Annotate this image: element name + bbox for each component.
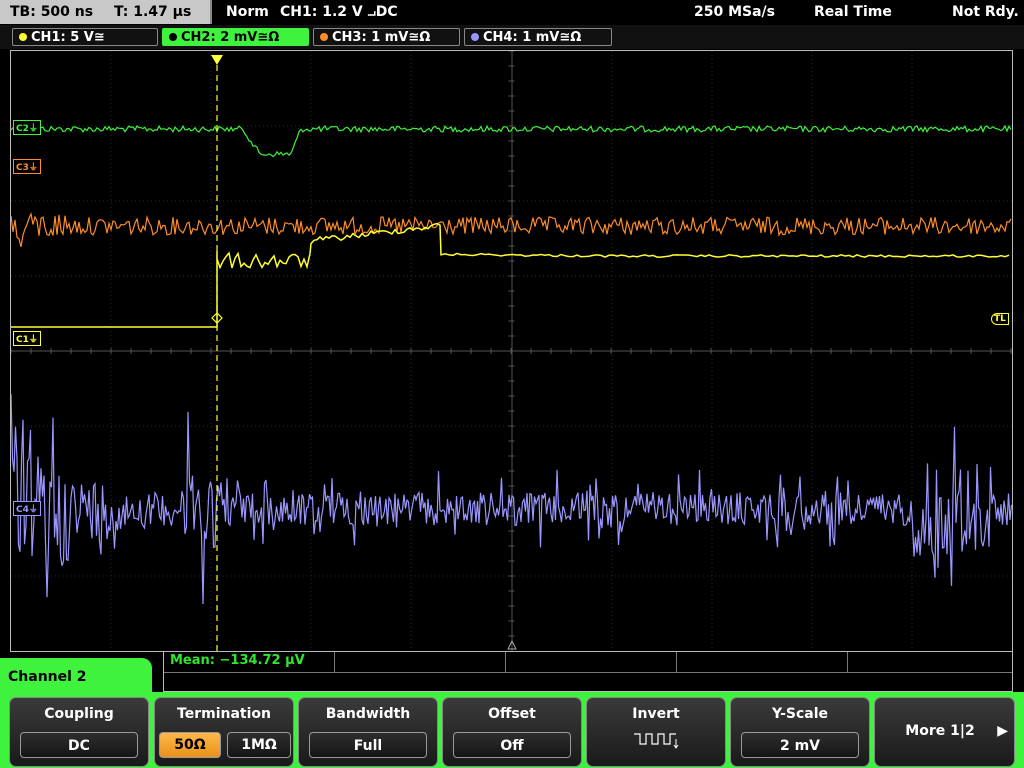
- tab-ch4-label: CH4: 1 mV≅Ω: [483, 30, 582, 45]
- timebase-value: TB: 500 ns: [10, 4, 94, 20]
- channel-tab-row: CH1: 5 V≅ CH2: 2 mV≅Ω CH3: 1 mV≅Ω CH4: 1…: [0, 25, 1024, 49]
- waveform-display[interactable]: T C2⏚ C3⏚ C1⏚ C4⏚ TL: [10, 50, 1013, 652]
- ch2-dot-icon: [169, 33, 177, 41]
- meas-cell-3: [506, 652, 677, 672]
- termination-50ohm-option[interactable]: 50Ω: [159, 732, 221, 758]
- offset-value[interactable]: Off: [453, 732, 571, 758]
- ch4-dot-icon: [471, 33, 479, 41]
- more-label: More 1|2: [905, 723, 975, 739]
- timebase-box[interactable]: TB: 500 ns T: 1.47 µs: [0, 0, 212, 24]
- yscale-label: Y-Scale: [771, 706, 828, 722]
- acquisition-state: Not Rdy.: [952, 4, 1019, 20]
- ch1-dot-icon: [19, 33, 27, 41]
- mean-measurement[interactable]: Mean: −134.72 µV: [170, 653, 305, 668]
- ch3-ground-marker[interactable]: C3⏚: [13, 159, 41, 174]
- tab-ch2[interactable]: CH2: 2 mV≅Ω: [162, 28, 309, 46]
- trigger-source[interactable]: CH1: 1.2 V ⨼DC: [280, 0, 398, 24]
- meas-cell-2: [335, 652, 506, 672]
- meas-cell-4: [677, 652, 848, 672]
- trigger-time-value: T: 1.47 µs: [113, 4, 192, 20]
- tab-ch4[interactable]: CH4: 1 mV≅Ω: [464, 28, 612, 46]
- termination-1mohm-option[interactable]: 1MΩ: [227, 732, 291, 758]
- bandwidth-value[interactable]: Full: [309, 732, 427, 758]
- trigger-pos-label: T: [218, 62, 225, 72]
- tab-ch2-label: CH2: 2 mV≅Ω: [181, 30, 280, 45]
- waveform-canvas: [11, 51, 1012, 651]
- status-bar: TB: 500 ns T: 1.47 µs Norm CH1: 1.2 V ⨼D…: [0, 0, 1024, 25]
- coupling-label: Coupling: [44, 706, 114, 722]
- trigger-level-marker[interactable]: TL: [991, 313, 1009, 325]
- sample-rate: 250 MSa/s: [694, 4, 776, 20]
- trigger-mode[interactable]: Norm: [226, 0, 269, 24]
- termination-softkey[interactable]: Termination 50Ω 1MΩ: [154, 697, 294, 767]
- ch3-dot-icon: [320, 33, 328, 41]
- meas-divider: [164, 672, 1012, 673]
- measurement-panel: Mean: −134.72 µV: [163, 652, 1013, 692]
- tab-ch3-label: CH3: 1 mV≅Ω: [332, 30, 431, 45]
- yscale-value[interactable]: 2 mV: [741, 732, 859, 758]
- ch2-ground-marker[interactable]: C2⏚: [13, 120, 41, 135]
- termination-label: Termination: [177, 706, 271, 722]
- graticule-grid: [11, 51, 1012, 651]
- bandwidth-softkey[interactable]: Bandwidth Full: [298, 697, 438, 767]
- acquisition-mode: Real Time: [814, 4, 892, 20]
- invert-softkey[interactable]: Invert: [586, 697, 726, 767]
- yscale-softkey[interactable]: Y-Scale 2 mV: [730, 697, 870, 767]
- ch1-waveform: [11, 222, 1010, 328]
- tab-ch3[interactable]: CH3: 1 mV≅Ω: [313, 28, 460, 46]
- ch3-waveform: [11, 212, 1012, 247]
- bandwidth-label: Bandwidth: [325, 706, 411, 722]
- more-arrow-icon: ▶: [997, 723, 1008, 739]
- ch4-ground-marker[interactable]: C4⏚: [13, 501, 41, 516]
- coupling-value[interactable]: DC: [20, 732, 138, 758]
- coupling-softkey[interactable]: Coupling DC: [9, 697, 149, 767]
- invert-waveform-icon: [634, 733, 679, 749]
- invert-label: Invert: [632, 706, 680, 722]
- tab-ch1-label: CH1: 5 V≅: [31, 30, 105, 45]
- ch1-ground-marker[interactable]: C1⏚: [13, 331, 41, 346]
- offset-softkey[interactable]: Offset Off: [442, 697, 582, 767]
- tab-ch1[interactable]: CH1: 5 V≅: [12, 28, 158, 46]
- more-softkey[interactable]: More 1|2 ▶: [874, 697, 1015, 767]
- offset-label: Offset: [488, 706, 536, 722]
